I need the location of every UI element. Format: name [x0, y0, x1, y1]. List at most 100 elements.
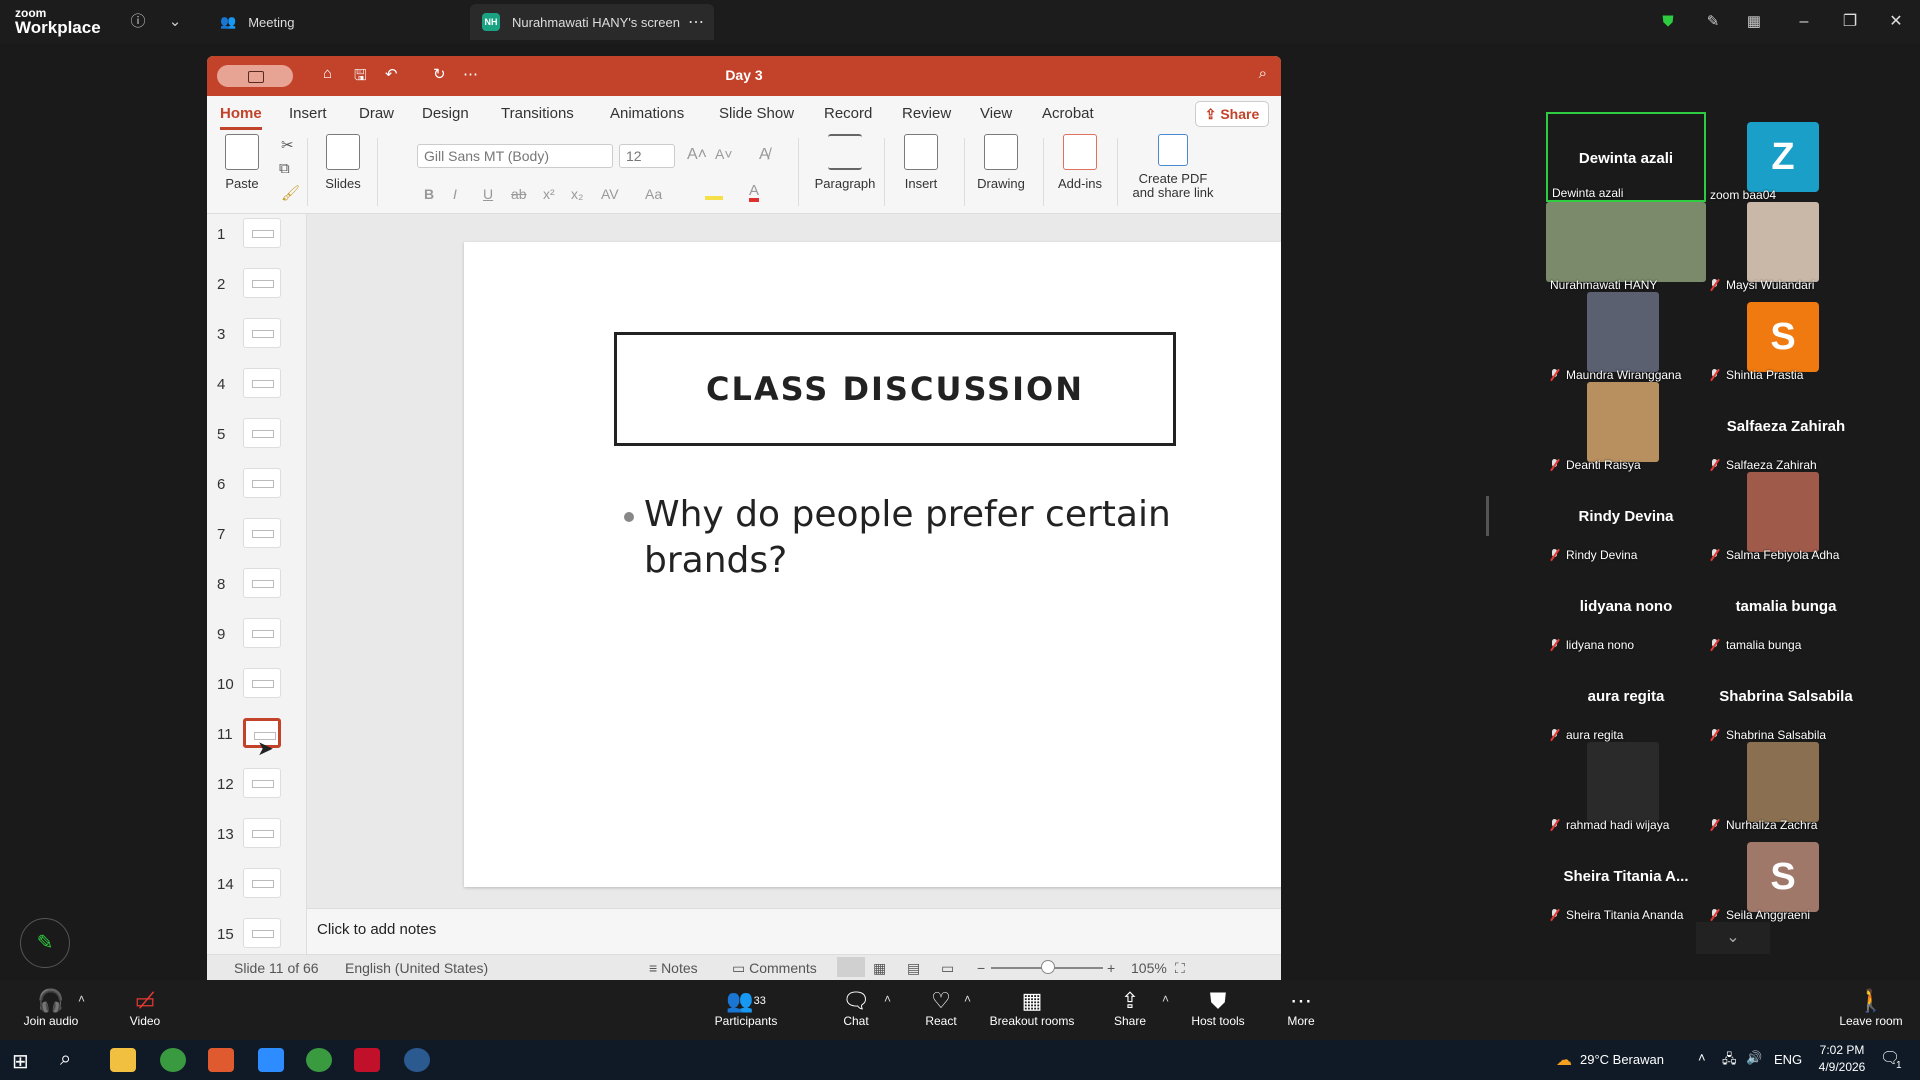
slide-thumbnail[interactable]: 12 — [207, 764, 307, 814]
host-tools-button[interactable]: ⛊ Host tools — [1188, 988, 1248, 1028]
copy-icon[interactable]: ⧉ — [279, 160, 290, 177]
tab-record[interactable]: Record — [824, 105, 872, 122]
zoom-level[interactable]: 105% — [1131, 960, 1167, 976]
tab-view[interactable]: View — [980, 105, 1012, 122]
superscript-button[interactable]: x² — [543, 186, 555, 202]
fit-to-window-icon[interactable]: ⛶ — [1175, 960, 1185, 977]
share-button[interactable]: ⇪ Share — [1195, 101, 1269, 127]
participant-tile[interactable]: aura regita aura regita — [1546, 652, 1706, 742]
chrome-icon[interactable] — [306, 1048, 332, 1072]
character-spacing-button[interactable]: AV — [601, 186, 619, 202]
info-icon[interactable]: ⓘ — [128, 12, 148, 32]
more-options-icon[interactable]: ⋯ — [688, 12, 704, 32]
windows-start-icon[interactable]: ⊞ — [12, 1049, 29, 1074]
slide-thumbnail[interactable]: 5 — [207, 414, 307, 464]
tab-slide-show[interactable]: Slide Show — [719, 105, 794, 122]
slide-thumbnail[interactable]: 13 — [207, 814, 307, 864]
zoom-in-icon[interactable]: + — [1107, 960, 1115, 976]
tab-home[interactable]: Home — [220, 105, 262, 130]
notes-pane[interactable]: Click to add notes — [307, 908, 1281, 954]
participant-tile[interactable]: Shabrina Salsabila Shabrina Salsabila — [1706, 652, 1866, 742]
more-button[interactable]: ⋯ More — [1284, 988, 1318, 1028]
video-button[interactable]: ▭̸ Video — [118, 988, 172, 1028]
participant-tile[interactable]: lidyana nono lidyana nono — [1546, 562, 1706, 652]
acrobat-icon[interactable] — [354, 1048, 380, 1072]
chevron-up-icon[interactable]: ˄ — [964, 992, 971, 1006]
tab-meeting[interactable]: 👥 Meeting — [208, 4, 306, 40]
create-pdf-button[interactable]: Create PDF and share link — [1125, 134, 1221, 200]
shield-icon[interactable]: ⛊ — [1658, 12, 1678, 32]
slide-thumbnail[interactable]: 4 — [207, 364, 307, 414]
notes-button[interactable]: ≡ Notes — [649, 960, 698, 976]
reading-view-icon[interactable]: ▤ — [907, 960, 920, 977]
join-audio-button[interactable]: 🎧 Join audio — [16, 988, 86, 1028]
layout-icon[interactable]: ▦ — [1744, 12, 1764, 32]
cut-icon[interactable]: ✂ — [281, 136, 294, 154]
chevron-down-icon[interactable]: ⌄ — [165, 12, 185, 32]
paste-button[interactable]: Paste — [217, 134, 267, 191]
slide-sorter-icon[interactable]: ▦ — [873, 960, 886, 977]
slides-button[interactable]: Slides — [315, 134, 371, 191]
slide-canvas[interactable]: CLASS DISCUSSION Why do people prefer ce… — [464, 242, 1281, 887]
subscript-button[interactable]: x₂ — [571, 186, 583, 202]
drawing-button[interactable]: Drawing — [972, 134, 1030, 191]
insert-button[interactable]: Insert — [893, 134, 949, 191]
app-icon[interactable] — [404, 1048, 430, 1072]
annotate-button[interactable]: ✎ — [20, 918, 70, 968]
font-color-icon[interactable]: A — [749, 183, 760, 202]
volume-icon[interactable]: 🔊 — [1746, 1050, 1762, 1066]
slide-bullet[interactable]: Why do people prefer certain brands? — [624, 492, 1184, 584]
tab-acrobat[interactable]: Acrobat — [1042, 105, 1094, 122]
slide-thumbnail[interactable]: 10 — [207, 664, 307, 714]
input-language[interactable]: ENG — [1774, 1052, 1802, 1067]
participant-tile[interactable]: Sheira Titania A... Sheira Titania Anand… — [1546, 832, 1706, 922]
minimize-button[interactable]: – — [1790, 10, 1818, 34]
restore-button[interactable]: ❐ — [1836, 10, 1864, 34]
participant-tile[interactable]: rahmad hadi wijaya — [1546, 742, 1706, 832]
weather-text[interactable]: 29°C Berawan — [1580, 1052, 1664, 1067]
change-case-button[interactable]: Aa — [645, 186, 662, 202]
highlight-icon[interactable] — [705, 186, 723, 200]
zoom-app-icon[interactable] — [258, 1048, 284, 1072]
participant-tile[interactable]: Maysi Wulandari — [1706, 202, 1866, 292]
participant-tile[interactable]: Nurahmawati HANY — [1546, 202, 1706, 292]
clear-format-icon[interactable]: A̸ — [759, 146, 770, 164]
share-screen-button[interactable]: ⇪ Share — [1110, 988, 1150, 1028]
slide-thumbnail[interactable]: 2 — [207, 264, 307, 314]
chevron-up-icon[interactable]: ˄ — [1162, 992, 1169, 1006]
format-painter-icon[interactable]: 🖌 — [281, 184, 300, 202]
annotate-pen-icon[interactable]: ✎ — [1703, 12, 1723, 32]
slide-thumbnail[interactable]: 3 — [207, 314, 307, 364]
tray-chevron-icon[interactable]: ˄ — [1698, 1050, 1706, 1065]
chevron-up-icon[interactable]: ˄ — [884, 992, 891, 1006]
slide-title-box[interactable]: CLASS DISCUSSION — [614, 332, 1176, 446]
tab-transitions[interactable]: Transitions — [501, 105, 574, 122]
strikethrough-button[interactable]: ab — [511, 186, 527, 202]
bold-button[interactable]: B — [424, 186, 434, 202]
gallery-resize-handle[interactable] — [1486, 496, 1489, 536]
participant-tile[interactable]: Deanti Raisya — [1546, 382, 1706, 472]
gallery-scroll-down-button[interactable]: ⌄ — [1696, 922, 1770, 954]
slide-thumbnail[interactable]: 7 — [207, 514, 307, 564]
grow-font-icon[interactable]: A˄ — [687, 146, 707, 164]
tab-shared-screen[interactable]: NH Nurahmawati HANY's screen ⋯ — [470, 4, 714, 40]
react-button[interactable]: ♡ React — [920, 988, 962, 1028]
file-explorer-icon[interactable] — [110, 1048, 136, 1072]
clock-date[interactable]: 4/9/2026 — [1812, 1060, 1872, 1074]
tab-animations[interactable]: Animations — [610, 105, 684, 122]
slide-thumbnail[interactable]: 1 — [207, 214, 307, 264]
search-icon[interactable]: ⌕ — [60, 1048, 71, 1071]
language-indicator[interactable]: English (United States) — [345, 960, 488, 976]
participant-tile[interactable]: S Seila Anggraeni — [1706, 832, 1866, 922]
close-button[interactable]: ✕ — [1882, 10, 1910, 34]
chrome-icon[interactable] — [160, 1048, 186, 1072]
comments-button[interactable]: ▭ Comments — [732, 960, 817, 977]
tab-design[interactable]: Design — [422, 105, 469, 122]
participant-tile[interactable]: Rindy Devina Rindy Devina — [1546, 472, 1706, 562]
participant-tile[interactable]: tamalia bunga tamalia bunga — [1706, 562, 1866, 652]
participants-button[interactable]: 👥33 Participants — [710, 988, 782, 1028]
breakout-rooms-button[interactable]: ▦ Breakout rooms — [988, 988, 1076, 1028]
tab-draw[interactable]: Draw — [359, 105, 394, 122]
underline-button[interactable]: U — [483, 186, 493, 202]
app-icon[interactable] — [208, 1048, 234, 1072]
